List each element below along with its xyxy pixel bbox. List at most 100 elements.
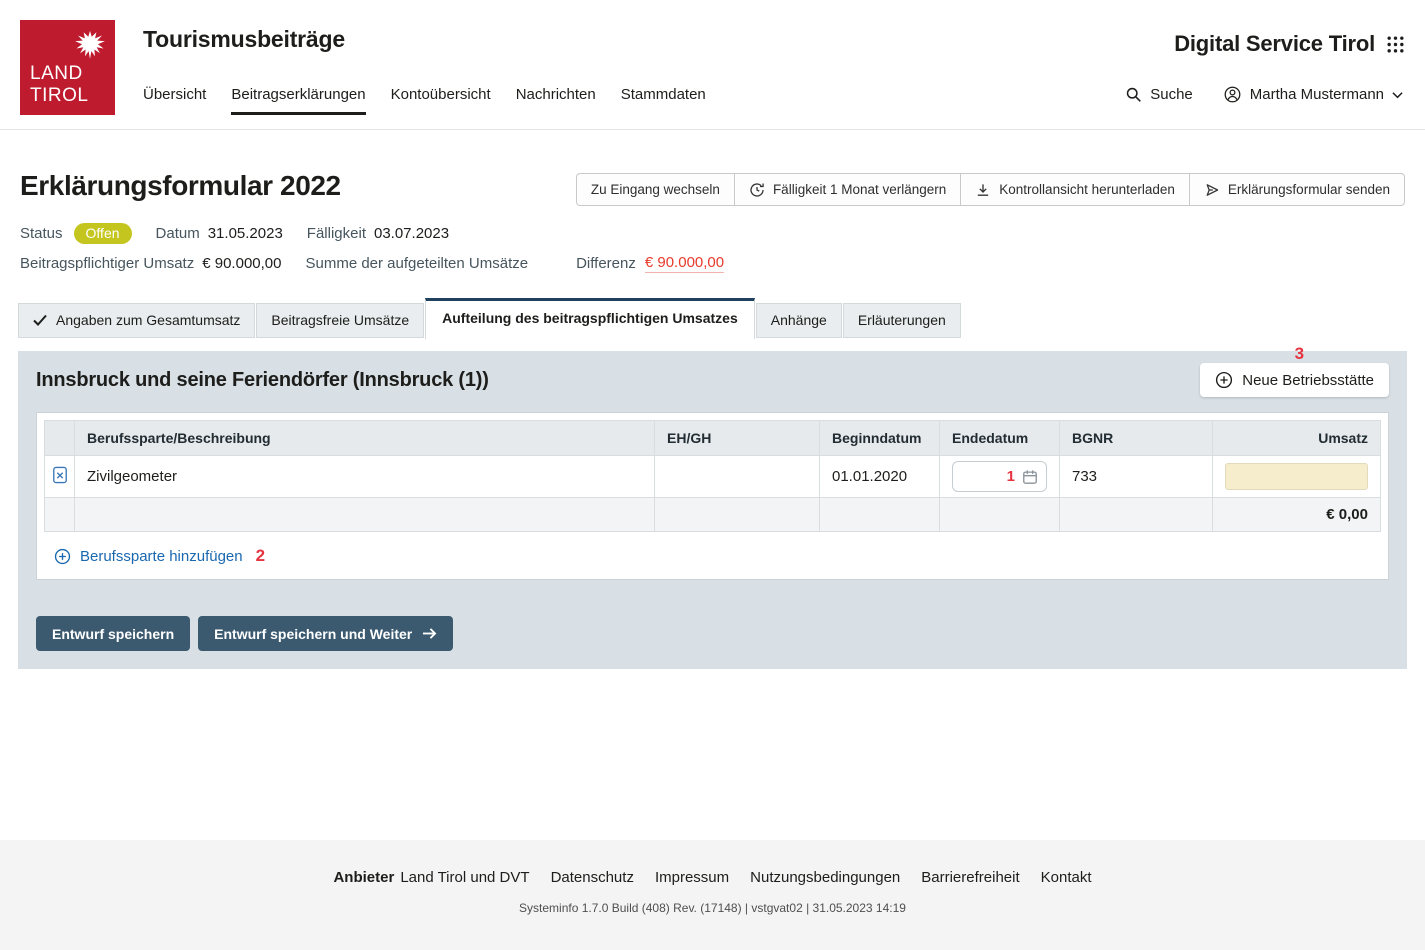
save-draft-next-button[interactable]: Entwurf speichern und Weiter — [198, 616, 453, 651]
betriebsstaette-panel: Innsbruck und seine Feriendörfer (Innsbr… — [18, 351, 1407, 669]
tab-aufteilung-umsatz[interactable]: Aufteilung des beitragspflichtigen Umsat… — [425, 298, 755, 339]
app-header: LAND TIROL Tourismusbeiträge Übersicht B… — [0, 0, 1425, 130]
datum-label: Datum — [156, 225, 200, 242]
footer-link-datenschutz[interactable]: Datenschutz — [551, 869, 634, 886]
cell-bgnr: 733 — [1060, 456, 1213, 498]
umsatz-label: Beitragspflichtiger Umsatz — [20, 255, 194, 272]
footer-link-impressum[interactable]: Impressum — [655, 869, 729, 886]
cell-berufssparte: Zivilgeometer — [75, 456, 655, 498]
brand-row: Digital Service Tirol — [1174, 31, 1405, 57]
tab-label: Angaben zum Gesamtumsatz — [56, 312, 240, 328]
send-form-button[interactable]: Erklärungsformular senden — [1189, 173, 1405, 206]
page-footer: Anbieter Land Tirol und DVT Datenschutz … — [0, 840, 1425, 950]
col-eh-gh: EH/GH — [655, 421, 820, 456]
app-grid-icon[interactable] — [1386, 35, 1405, 54]
app-title: Tourismusbeiträge — [143, 26, 345, 53]
nav-kontouebersicht[interactable]: Kontoübersicht — [391, 86, 491, 115]
tab-label: Beitragsfreie Umsätze — [271, 312, 409, 328]
check-icon — [33, 314, 47, 326]
tab-angaben-zum-gesamtumsatz[interactable]: Angaben zum Gesamtumsatz — [18, 303, 255, 338]
col-bgnr: BGNR — [1060, 421, 1213, 456]
add-berufssparte-row: Berufssparte hinzufügen 2 — [44, 532, 1381, 579]
col-berufssparte: Berufssparte/Beschreibung — [75, 421, 655, 456]
search-label: Suche — [1150, 86, 1193, 103]
summe-label: Summe der aufgeteilten Umsätze — [305, 255, 528, 272]
panel-actions: Entwurf speichern Entwurf speichern und … — [36, 616, 1389, 651]
land-tirol-logo[interactable]: LAND TIROL — [20, 20, 115, 115]
berufssparten-table: Berufssparte/Beschreibung EH/GH Beginnda… — [44, 420, 1381, 532]
footer-link-nutzungsbedingungen[interactable]: Nutzungsbedingungen — [750, 869, 900, 886]
search-button[interactable]: Suche — [1125, 86, 1193, 103]
annotation-1: 1 — [1007, 468, 1015, 485]
tab-label: Erläuterungen — [858, 312, 946, 328]
tab-label: Aufteilung des beitragspflichtigen Umsat… — [442, 310, 738, 326]
cell-umsatz — [1213, 456, 1381, 498]
cell-beginndatum: 01.01.2020 — [820, 456, 940, 498]
umsatz-value: € 90.000,00 — [202, 255, 281, 272]
faelligkeit-label: Fälligkeit — [307, 225, 366, 242]
endedatum-input[interactable]: 1 — [952, 461, 1047, 492]
new-betriebsstaette-button[interactable]: Neue Betriebsstätte — [1200, 363, 1389, 397]
datum-value: 31.05.2023 — [208, 225, 283, 242]
add-berufssparte-link[interactable]: Berufssparte hinzufügen — [80, 548, 243, 565]
tirol-eagle-icon — [73, 28, 107, 62]
tab-anhaenge[interactable]: Anhänge — [756, 303, 842, 338]
cell-endedatum: 1 — [940, 456, 1060, 498]
arrow-right-icon — [422, 627, 437, 640]
brand-title: Digital Service Tirol — [1174, 31, 1375, 57]
user-icon — [1223, 85, 1242, 104]
form-action-group: Zu Eingang wechseln Fälligkeit 1 Monat v… — [576, 173, 1405, 206]
nav-stammdaten[interactable]: Stammdaten — [621, 86, 706, 115]
save-draft-button[interactable]: Entwurf speichern — [36, 616, 190, 651]
search-icon — [1125, 86, 1142, 103]
anbieter-info: Anbieter Land Tirol und DVT — [333, 869, 529, 886]
page-title: Erklärungsformular 2022 — [20, 170, 341, 202]
tab-bar: Angaben zum Gesamtumsatz Beitragsfreie U… — [18, 298, 1407, 338]
calendar-icon[interactable] — [1022, 469, 1038, 485]
faelligkeit-value: 03.07.2023 — [374, 225, 449, 242]
panel-title: Innsbruck und seine Feriendörfer (Innsbr… — [36, 369, 489, 392]
sum-umsatz: € 0,00 — [1213, 498, 1381, 532]
annotation-3: 3 — [1295, 344, 1304, 364]
status-row: Status Offen Datum 31.05.2023 Fälligkeit… — [0, 206, 1425, 244]
col-actions — [45, 421, 75, 456]
umsatz-input[interactable] — [1225, 463, 1368, 490]
annotation-2: 2 — [256, 546, 265, 566]
download-icon — [975, 182, 991, 198]
umsatz-row: Beitragspflichtiger Umsatz € 90.000,00 S… — [0, 244, 1425, 273]
anbieter-value: Land Tirol und DVT — [400, 869, 529, 886]
switch-to-inbox-button[interactable]: Zu Eingang wechseln — [576, 173, 735, 206]
status-label: Status — [20, 225, 63, 242]
nav-nachrichten[interactable]: Nachrichten — [516, 86, 596, 115]
clock-extend-icon — [749, 182, 765, 198]
differenz-label: Differenz — [576, 255, 636, 272]
delete-row-icon[interactable] — [52, 466, 68, 484]
nav-beitragserklaerungen[interactable]: Beitragserklärungen — [231, 86, 365, 115]
berufssparten-card: Berufssparte/Beschreibung EH/GH Beginnda… — [36, 412, 1389, 580]
anbieter-label: Anbieter — [333, 869, 394, 886]
nav-uebersicht[interactable]: Übersicht — [143, 86, 206, 115]
footer-link-kontakt[interactable]: Kontakt — [1041, 869, 1092, 886]
user-menu[interactable]: Martha Mustermann — [1223, 85, 1403, 104]
download-control-view-button[interactable]: Kontrollansicht herunterladen — [960, 173, 1190, 206]
col-umsatz: Umsatz — [1213, 421, 1381, 456]
send-icon — [1204, 182, 1220, 198]
logo-text: LAND TIROL — [30, 63, 88, 107]
table-row: Zivilgeometer 01.01.2020 1 733 — [45, 456, 1381, 498]
tab-label: Anhänge — [771, 312, 827, 328]
main-nav: Übersicht Beitragserklärungen Kontoübers… — [143, 86, 706, 115]
status-badge: Offen — [74, 223, 132, 244]
table-header-row: Berufssparte/Beschreibung EH/GH Beginnda… — [45, 421, 1381, 456]
col-endedatum: Endedatum — [940, 421, 1060, 456]
user-name: Martha Mustermann — [1250, 86, 1384, 103]
sum-row: € 0,00 — [45, 498, 1381, 532]
system-info: Systeminfo 1.7.0 Build (408) Rev. (17148… — [0, 901, 1425, 915]
chevron-down-icon — [1392, 91, 1403, 99]
footer-link-barrierefreiheit[interactable]: Barrierefreiheit — [921, 869, 1019, 886]
cell-eh-gh — [655, 456, 820, 498]
tab-erlaeuterungen[interactable]: Erläuterungen — [843, 303, 961, 338]
user-row: Suche Martha Mustermann — [1125, 85, 1403, 104]
tab-beitragsfreie-umsaetze[interactable]: Beitragsfreie Umsätze — [256, 303, 424, 338]
extend-due-date-button[interactable]: Fälligkeit 1 Monat verlängern — [734, 173, 961, 206]
differenz-value: € 90.000,00 — [645, 254, 724, 273]
